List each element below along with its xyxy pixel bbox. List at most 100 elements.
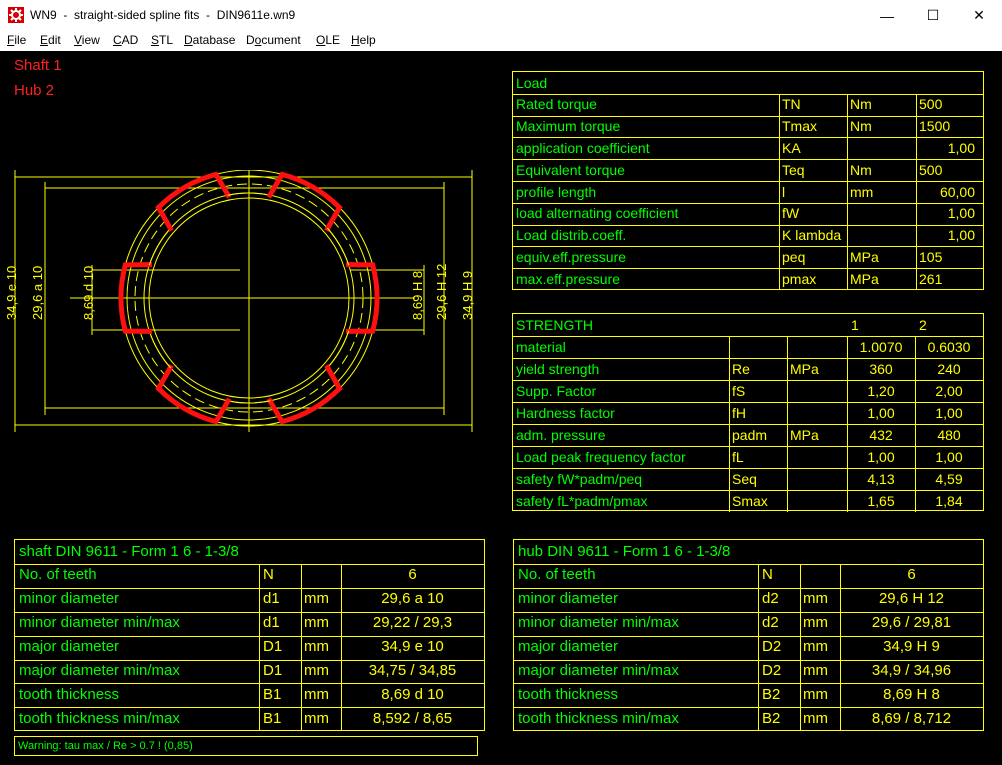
dim-left-major: 34,9 e 10 xyxy=(4,266,19,320)
strength-label: safety fW*padm/peq xyxy=(516,470,643,487)
load-symbol: TN xyxy=(782,96,801,113)
load-label: equiv.eff.pressure xyxy=(516,248,626,265)
strength-symbol: Seq xyxy=(732,470,757,487)
load-unit: Nm xyxy=(850,118,872,135)
minimize-button[interactable]: — xyxy=(864,0,910,31)
load-value: 105 xyxy=(919,248,943,265)
load-value: 500 xyxy=(919,161,943,178)
close-button[interactable]: ✕ xyxy=(956,0,1002,31)
hub-label: minor diameter min/max xyxy=(518,614,679,632)
hub-title: hub DIN 9611 - Form 1 6 - 1-3/8 xyxy=(518,543,731,560)
strength-col2-header: 2 xyxy=(919,317,927,333)
dim-right-minor: 29,6 H 12 xyxy=(434,264,449,320)
shaft-symbol: d1 xyxy=(263,590,280,608)
strength-value-1: 1,00 xyxy=(867,404,895,421)
load-unit: Nm xyxy=(850,161,872,178)
shaft-value: 29,6 a 10 xyxy=(381,590,444,608)
shaft-label: tooth thickness min/max xyxy=(19,709,180,727)
shaft-value: 8,69 d 10 xyxy=(381,685,444,703)
strength-symbol: Re xyxy=(732,360,750,377)
load-unit: Nm xyxy=(850,96,872,113)
strength-label: material xyxy=(516,338,566,355)
strength-value-2: 240 xyxy=(937,360,961,377)
menu-item-document[interactable]: Document xyxy=(246,33,301,47)
strength-symbol: fS xyxy=(732,382,746,399)
spline-drawing: 34,9 e 10 29,6 a 10 8,69 d 10 8,69 H 8 2… xyxy=(4,170,475,432)
maximize-button[interactable]: ☐ xyxy=(910,0,956,31)
load-value: 1500 xyxy=(919,118,951,135)
strength-value-1: 1,00 xyxy=(867,448,895,465)
table-grid-line xyxy=(787,336,788,512)
load-unit: MPa xyxy=(850,248,879,265)
strength-label: adm. pressure xyxy=(516,426,606,443)
shaft-unit: mm xyxy=(304,614,329,632)
hub-label: minor diameter xyxy=(518,590,619,608)
menu-item-database[interactable]: Database xyxy=(184,33,235,47)
hub-value: 6 xyxy=(907,566,916,584)
hub-unit: mm xyxy=(803,614,828,632)
title-bar: WN9 - straight-sided spline fits - DIN96… xyxy=(0,0,1002,31)
table-grid-line xyxy=(847,93,848,290)
strength-value-2: 1,00 xyxy=(935,404,963,421)
warning-message: Warning: tau max / Re > 0.7 ! (0,85) xyxy=(14,736,478,756)
shaft-unit: mm xyxy=(304,590,329,608)
hub-unit: mm xyxy=(803,662,828,679)
spline-tooth xyxy=(266,171,343,232)
load-value: 261 xyxy=(919,270,943,287)
strength-symbol: fH xyxy=(732,404,746,421)
load-label: Rated torque xyxy=(516,96,597,113)
strength-label: Load peak frequency factor xyxy=(516,448,686,465)
hub-symbol: D2 xyxy=(762,638,782,656)
load-table: Load Rated torque TN Nm 500 Maximum torque Tma… xyxy=(512,71,984,290)
load-symbol: peq xyxy=(782,248,806,265)
load-value: 1,00 xyxy=(947,227,975,244)
load-symbol: KA xyxy=(782,139,801,156)
strength-label: safety fL*padm/pmax xyxy=(516,492,648,509)
shaft-value: 8,592 / 8,65 xyxy=(372,709,453,727)
hub-value: 29,6 H 12 xyxy=(878,590,945,608)
shaft-table: shaft DIN 9611 - Form 1 6 - 1-3/8 No. of … xyxy=(14,539,485,732)
hub-unit: mm xyxy=(803,709,828,727)
hub-label: major diameter xyxy=(518,638,619,656)
table-grid-line xyxy=(259,563,260,732)
shaft-label: minor diameter xyxy=(19,590,120,608)
hub-unit: mm xyxy=(803,638,828,656)
hub-symbol: B2 xyxy=(762,685,781,703)
table-grid-line xyxy=(779,93,780,290)
shaft-unit: mm xyxy=(304,662,329,679)
strength-value-1: 1,65 xyxy=(867,492,895,509)
strength-col1-header: 1 xyxy=(851,317,859,333)
hub-value: 8,69 H 8 xyxy=(883,685,940,703)
menu-item-view[interactable]: View xyxy=(74,33,100,47)
load-value: 60,00 xyxy=(939,183,975,200)
menu-item-edit[interactable]: Edit xyxy=(40,33,61,47)
hub-label: major diameter min/max xyxy=(518,662,679,679)
spline-root-arc xyxy=(148,227,172,266)
window-title: WN9 - straight-sided spline fits - DIN96… xyxy=(30,8,296,22)
shaft-title: shaft DIN 9611 - Form 1 6 - 1-3/8 xyxy=(19,543,239,560)
load-value: 1,00 xyxy=(947,205,975,222)
strength-label: Supp. Factor xyxy=(516,382,597,399)
strength-label: Hardness factor xyxy=(516,404,615,421)
menu-item-ole[interactable]: OLE xyxy=(316,33,340,47)
shaft-value: 34,9 e 10 xyxy=(381,638,444,656)
legend-shaft: Shaft 1 xyxy=(14,57,62,74)
hub-label: tooth thickness min/max xyxy=(518,709,679,727)
strength-value-2: 0.6030 xyxy=(927,338,971,355)
strength-value-2: 1,84 xyxy=(935,492,963,509)
menu-item-cad[interactable]: CAD xyxy=(113,33,138,47)
strength-table: STRENGTH 1 2 material 1.0070 0.6030 yield stre… xyxy=(512,313,984,512)
shaft-symbol: B1 xyxy=(263,685,282,703)
menu-bar: File Edit View CAD STL Database Document OLE Hel… xyxy=(0,31,1002,51)
menu-item-stl[interactable]: STL xyxy=(151,33,173,47)
table-grid-line xyxy=(301,563,302,732)
load-title: Load xyxy=(516,75,548,91)
menu-item-file[interactable]: File xyxy=(7,33,26,47)
hub-symbol: d2 xyxy=(762,590,779,608)
hub-value: 34,9 / 34,96 xyxy=(871,662,952,679)
shaft-unit: mm xyxy=(304,638,329,656)
menu-item-help[interactable]: Help xyxy=(351,33,376,47)
shaft-symbol: N xyxy=(263,566,274,584)
hub-value: 29,6 / 29,81 xyxy=(871,614,952,632)
hub-label: No. of teeth xyxy=(518,566,596,584)
